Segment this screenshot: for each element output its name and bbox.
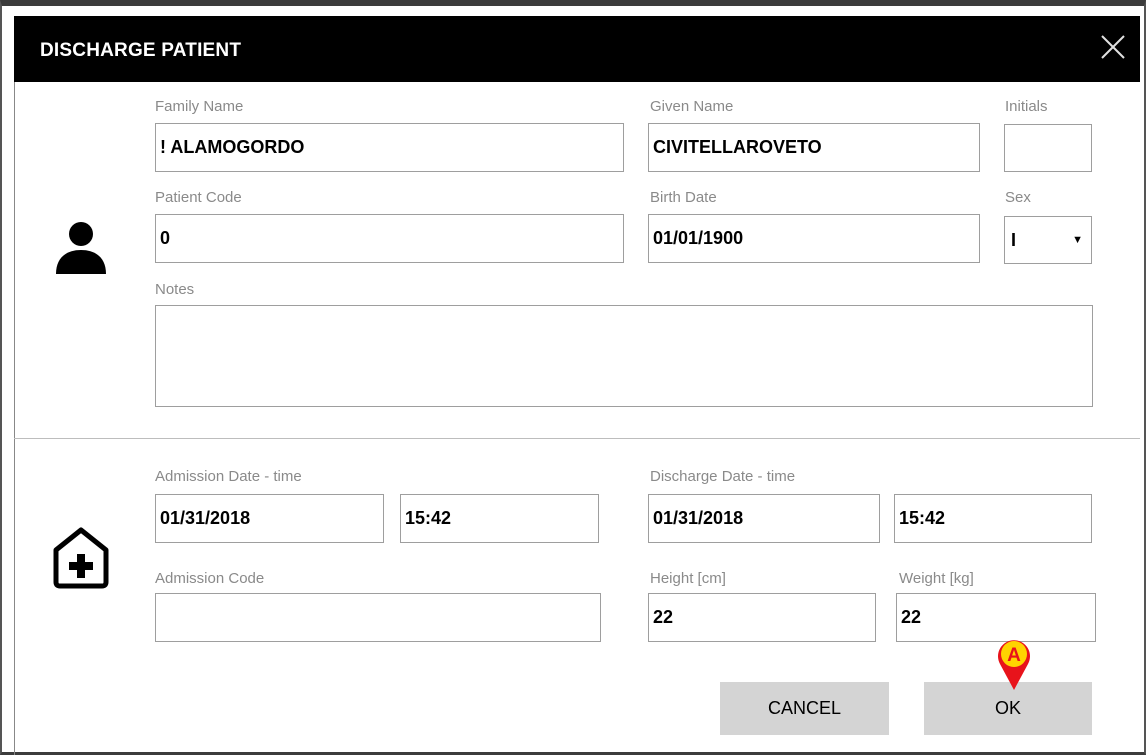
admission-date-field[interactable]: 01/31/2018 — [155, 494, 384, 543]
dialog-titlebar: DISCHARGE PATIENT — [14, 16, 1140, 82]
admission-code-label: Admission Code — [155, 570, 265, 587]
birth-date-label: Birth Date — [650, 189, 717, 206]
cancel-button[interactable]: CANCEL — [720, 682, 889, 735]
admission-datetime-label: Admission Date - time — [155, 468, 302, 485]
admission-time-field[interactable]: 15:42 — [400, 494, 599, 543]
given-name-label: Given Name — [650, 98, 734, 115]
person-icon — [56, 222, 106, 274]
sex-label: Sex — [1005, 189, 1031, 206]
notes-label: Notes — [155, 281, 195, 298]
dropdown-arrow-icon: ▼ — [1072, 234, 1083, 246]
sex-select[interactable]: I ▼ — [1004, 216, 1092, 264]
hospital-icon — [53, 527, 109, 589]
initials-field[interactable] — [1004, 124, 1092, 172]
annotation-marker-icon: A — [998, 640, 1030, 690]
discharge-date-field[interactable]: 01/31/2018 — [648, 494, 880, 543]
height-label: Height [cm] — [650, 570, 726, 587]
discharge-datetime-label: Discharge Date - time — [650, 468, 796, 485]
notes-field[interactable] — [155, 305, 1093, 407]
given-name-field[interactable]: CIVITELLAROVETO — [648, 123, 980, 172]
birth-date-field[interactable]: 01/01/1900 — [648, 214, 980, 263]
patient-code-field[interactable]: 0 — [155, 214, 624, 263]
section-divider — [14, 438, 1140, 439]
family-name-label: Family Name — [155, 98, 244, 115]
patient-code-label: Patient Code — [155, 189, 242, 206]
close-icon[interactable] — [1096, 30, 1130, 64]
family-name-field[interactable]: ! ALAMOGORDO — [155, 123, 624, 172]
dialog-title: DISCHARGE PATIENT — [40, 40, 242, 61]
discharge-time-field[interactable]: 15:42 — [894, 494, 1092, 543]
initials-label: Initials — [1005, 98, 1048, 115]
panel-border — [14, 82, 15, 755]
annotation-marker-label: A — [1007, 645, 1021, 666]
height-field[interactable]: 22 — [648, 593, 876, 642]
admission-code-field[interactable] — [155, 593, 601, 642]
sex-value: I — [1011, 229, 1017, 250]
weight-label: Weight [kg] — [899, 570, 974, 587]
dialog-frame: DISCHARGE PATIENT Family Name ! ALAMOGOR… — [0, 0, 1146, 755]
